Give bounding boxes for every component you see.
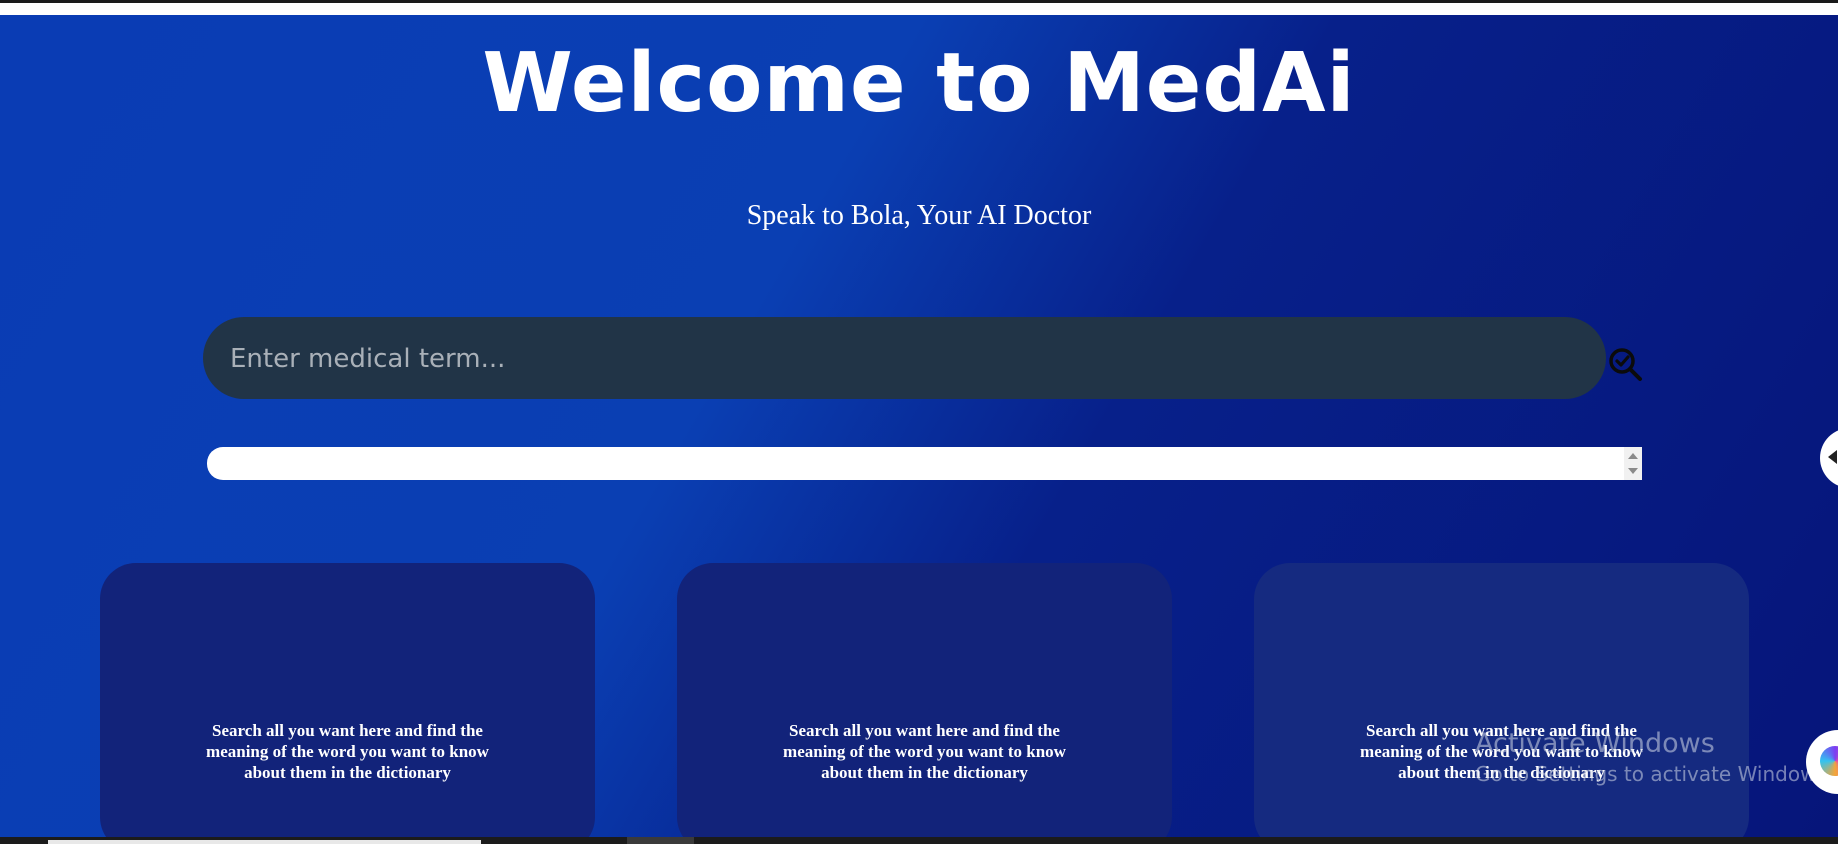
spinner-buttons[interactable] bbox=[1624, 447, 1642, 480]
page-subtitle: Speak to Bola, Your AI Doctor bbox=[746, 200, 1092, 231]
search-check-icon[interactable] bbox=[1607, 346, 1643, 382]
watermark-subtitle: Go to Settings to activate Windows. bbox=[1475, 762, 1834, 786]
activation-watermark: Activate Windows Go to Settings to activ… bbox=[1475, 727, 1833, 787]
browser-top-edge bbox=[0, 0, 1838, 15]
feature-card: Search all you want here and find the me… bbox=[1254, 563, 1749, 837]
assistant-logo-icon bbox=[1820, 746, 1838, 776]
card-description: Search all you want here and find the me… bbox=[783, 721, 1066, 782]
number-field[interactable] bbox=[207, 447, 1642, 480]
search-input[interactable] bbox=[228, 317, 1582, 401]
taskbar-item[interactable] bbox=[48, 840, 481, 844]
spin-down-icon[interactable] bbox=[1628, 468, 1638, 474]
side-panel-toggle[interactable] bbox=[1820, 428, 1838, 488]
taskbar-item[interactable] bbox=[627, 837, 694, 844]
spin-up-icon[interactable] bbox=[1628, 453, 1638, 459]
feature-card: Search all you want here and find the me… bbox=[100, 563, 595, 837]
card-description: Search all you want here and find the me… bbox=[206, 721, 489, 782]
taskbar bbox=[0, 837, 1838, 844]
feature-card: Search all you want here and find the me… bbox=[677, 563, 1172, 837]
page-title: Welcome to MedAi bbox=[482, 36, 1356, 131]
hero-section: Welcome to MedAi Speak to Bola, Your AI … bbox=[0, 15, 1838, 837]
chevron-left-icon bbox=[1828, 450, 1837, 464]
watermark-title: Activate Windows bbox=[1475, 728, 1715, 759]
search-bar bbox=[203, 317, 1606, 401]
